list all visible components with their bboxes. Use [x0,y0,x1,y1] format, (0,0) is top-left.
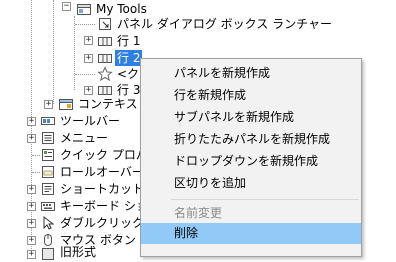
row-icon [98,37,112,46]
expand-toggle[interactable]: + [44,100,53,109]
shortcut-menu-icon [42,183,54,195]
menu-item-rename[interactable]: 名前変更 [141,203,361,224]
menu-item-delete[interactable]: 削除 [141,223,361,244]
toolbar-icon [41,117,55,125]
menu-item-new-subpanel[interactable]: サブパネルを新規作成 [141,107,361,128]
menu-item-new-foldout-panel[interactable]: 折りたたみパネルを新規作成 [141,129,361,150]
tree-item-my-tools[interactable]: My Tools [96,1,147,17]
tree-guide-line [53,0,54,104]
tree-item-context[interactable]: コンテキスト [78,96,150,112]
double-click-icon [43,215,55,230]
context-menu: パネルを新規作成 行を新規作成 サブパネルを新規作成 折りたたみパネルを新規作成… [140,58,362,257]
menu-item-add-separator[interactable]: 区切りを追加 [141,173,361,194]
context-tab-icon [59,99,73,110]
rollover-tooltip-icon [42,166,54,178]
expand-toggle[interactable]: + [84,36,93,45]
menu-item-new-row[interactable]: 行を新規作成 [141,85,361,106]
tree-guide-line [74,16,75,90]
menu-item-new-panel[interactable]: パネルを新規作成 [141,63,361,84]
tree-item-menu[interactable]: メニュー [60,130,108,146]
expand-toggle[interactable]: + [27,185,36,194]
expand-toggle[interactable]: + [27,202,36,211]
expand-toggle[interactable]: + [27,219,36,228]
launcher-icon [99,18,111,30]
menu-separator [171,199,359,200]
quick-properties-icon [42,149,54,161]
tree-branch [32,172,40,173]
tree-branch [75,24,95,25]
panel-tab-icon [77,4,91,15]
legacy-icon [42,248,54,260]
expand-toggle[interactable]: + [84,86,93,95]
menu-icon [42,132,54,144]
tree-item-panel-launcher[interactable]: パネル ダイアログ ボックス ランチャー [117,16,332,32]
tree-item-row-1[interactable]: 行 1 [117,33,140,49]
star-icon [97,66,113,82]
keyboard-icon [41,202,55,211]
expand-toggle[interactable]: + [27,134,36,143]
expand-toggle[interactable]: + [84,54,93,63]
tree-branch [75,74,95,75]
expand-toggle[interactable]: + [27,236,36,245]
expand-toggle[interactable]: + [27,250,36,259]
row-icon [98,54,112,63]
menu-item-new-dropdown[interactable]: ドロップダウンを新規作成 [141,151,361,172]
tree-item-legacy[interactable]: 旧形式 [60,244,96,260]
tree-item-toolbar[interactable]: ツールバー [60,113,120,129]
tree-item-row-2[interactable]: 行 2 [115,50,143,66]
collapse-toggle[interactable]: − [62,2,71,11]
tree-branch [32,155,40,156]
expand-toggle[interactable]: + [27,117,36,126]
